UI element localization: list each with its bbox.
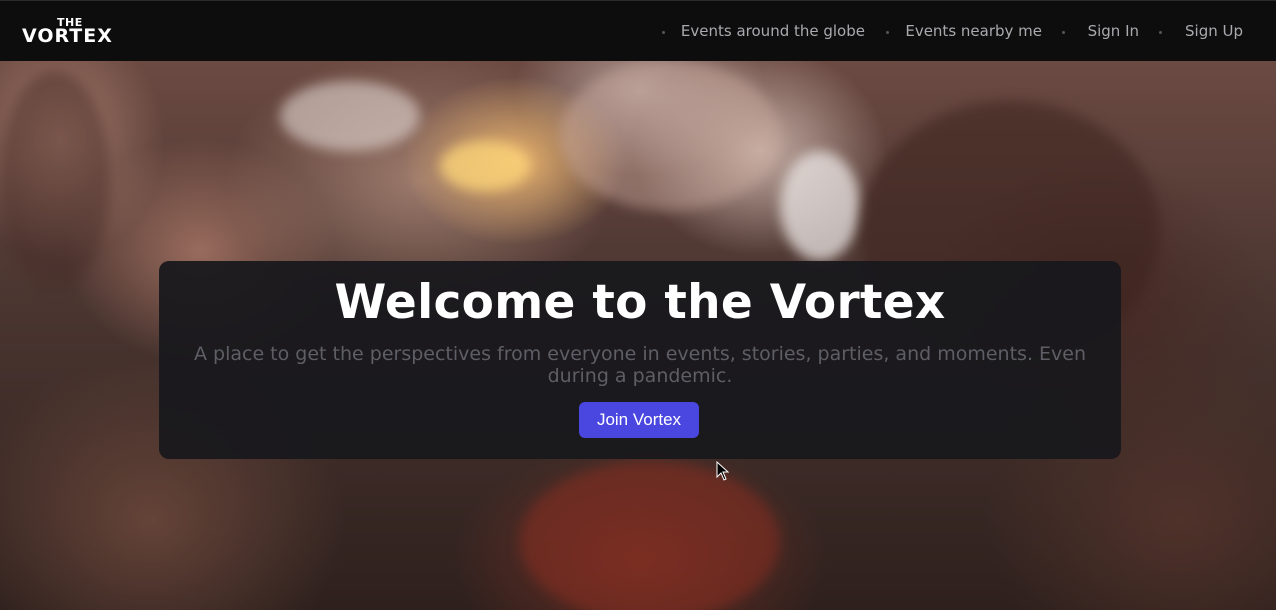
join-vortex-button[interactable]: Join Vortex <box>579 402 699 438</box>
hero-title: Welcome to the Vortex <box>334 275 946 330</box>
nav-separator-dot <box>886 31 889 34</box>
landing-page: THE VORTEX Events around the globe Event… <box>0 0 1276 610</box>
top-navbar: THE VORTEX Events around the globe Event… <box>0 0 1276 61</box>
sleeve-highlight <box>780 151 860 261</box>
glass-highlight <box>280 81 420 151</box>
red-shirt-shape <box>520 461 780 610</box>
nav-events-around-globe[interactable]: Events around the globe <box>681 22 865 40</box>
drink-highlight <box>440 141 530 191</box>
left-hair-shape <box>0 71 110 291</box>
brand-logo[interactable]: THE VORTEX <box>22 17 118 47</box>
welcome-card: Welcome to the Vortex A place to get the… <box>159 261 1121 459</box>
nav-events-nearby[interactable]: Events nearby me <box>905 22 1042 40</box>
nav-separator-dot <box>1062 31 1065 34</box>
nav-separator-dot <box>1159 31 1162 34</box>
nav-separator-dot <box>662 31 665 34</box>
nav-sign-up[interactable]: Sign Up <box>1185 22 1243 40</box>
logo-vortex-text: VORTEX <box>22 25 113 47</box>
mouse-pointer-icon <box>716 461 730 481</box>
nav-sign-in[interactable]: Sign In <box>1088 22 1139 40</box>
arm-shape <box>560 61 780 211</box>
hero-subtitle: A place to get the perspectives from eve… <box>193 343 1087 387</box>
